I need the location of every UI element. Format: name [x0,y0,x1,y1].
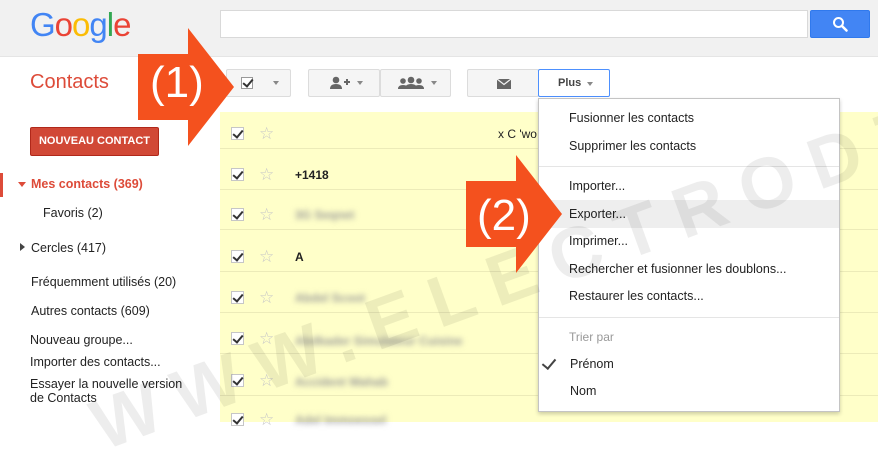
sidebar-item-my-contacts[interactable]: Mes contacts (369) [31,177,143,191]
add-to-circles-button[interactable] [308,69,380,97]
contact-name[interactable]: Adel Immoessel [295,413,386,427]
star-icon[interactable]: ☆ [259,289,274,306]
logo-letter: g [89,6,107,43]
star-icon[interactable]: ☆ [259,248,274,265]
mail-icon [497,79,511,89]
menu-divider [539,317,839,318]
logo-letter: o [54,6,73,43]
chevron-down-icon [431,81,437,85]
search-input[interactable] [220,10,808,38]
sidebar-item-favorites[interactable]: Favoris (2) [43,206,103,220]
google-logo[interactable]: Google [30,6,131,44]
new-group-link[interactable]: Nouveau groupe... [30,333,133,347]
star-icon[interactable]: ☆ [259,125,274,142]
sidebar-item-frequent[interactable]: Fréquemment utilisés (20) [31,275,176,289]
logo-letter: G [30,6,56,43]
select-button[interactable] [226,69,291,97]
contact-name[interactable]: A [295,250,304,264]
logo-letter: e [113,6,131,43]
add-person-icon [330,76,350,89]
active-indicator [0,173,3,197]
chevron-down-icon [587,82,593,86]
menu-item-merge[interactable]: Fusionner les contacts [569,111,694,125]
menu-item-delete[interactable]: Supprimer les contacts [569,139,696,153]
row-checkbox[interactable] [231,291,244,304]
menu-item-import[interactable]: Importer... [569,179,625,193]
sidebar-item-circles[interactable]: Cercles (417) [31,241,106,255]
row-checkbox[interactable] [231,168,244,181]
chevron-down-icon [357,81,363,85]
star-icon[interactable]: ☆ [259,206,274,223]
search-icon [833,17,848,32]
search-button[interactable] [810,10,870,38]
collapse-icon[interactable] [20,243,25,251]
callout-step-1: (1) [150,58,204,107]
groups-button[interactable] [380,69,451,97]
sort-by-header: Trier par [569,330,614,344]
menu-item-sort-first-name[interactable]: Prénom [570,357,614,371]
contact-name[interactable]: 3G Seqnet [295,208,354,222]
expand-icon[interactable] [18,182,26,187]
contact-name[interactable]: +1418 [295,168,329,182]
menu-item-sort-last-name[interactable]: Nom [570,384,596,398]
email-button[interactable] [467,69,539,97]
contact-name[interactable]: x C 'wo [498,127,537,141]
chevron-down-icon [273,81,279,85]
star-icon[interactable]: ☆ [259,166,274,183]
logo-letter: o [72,6,90,43]
callout-step-2: (2) [477,191,531,240]
more-button[interactable]: Plus [538,69,610,97]
group-icon [398,76,424,89]
more-button-label: Plus [558,77,582,89]
row-checkbox[interactable] [231,250,244,263]
sidebar-item-other-contacts[interactable]: Autres contacts (609) [31,304,150,318]
star-icon[interactable]: ☆ [259,411,274,428]
app-title: Contacts [30,71,109,93]
row-checkbox[interactable] [231,208,244,221]
